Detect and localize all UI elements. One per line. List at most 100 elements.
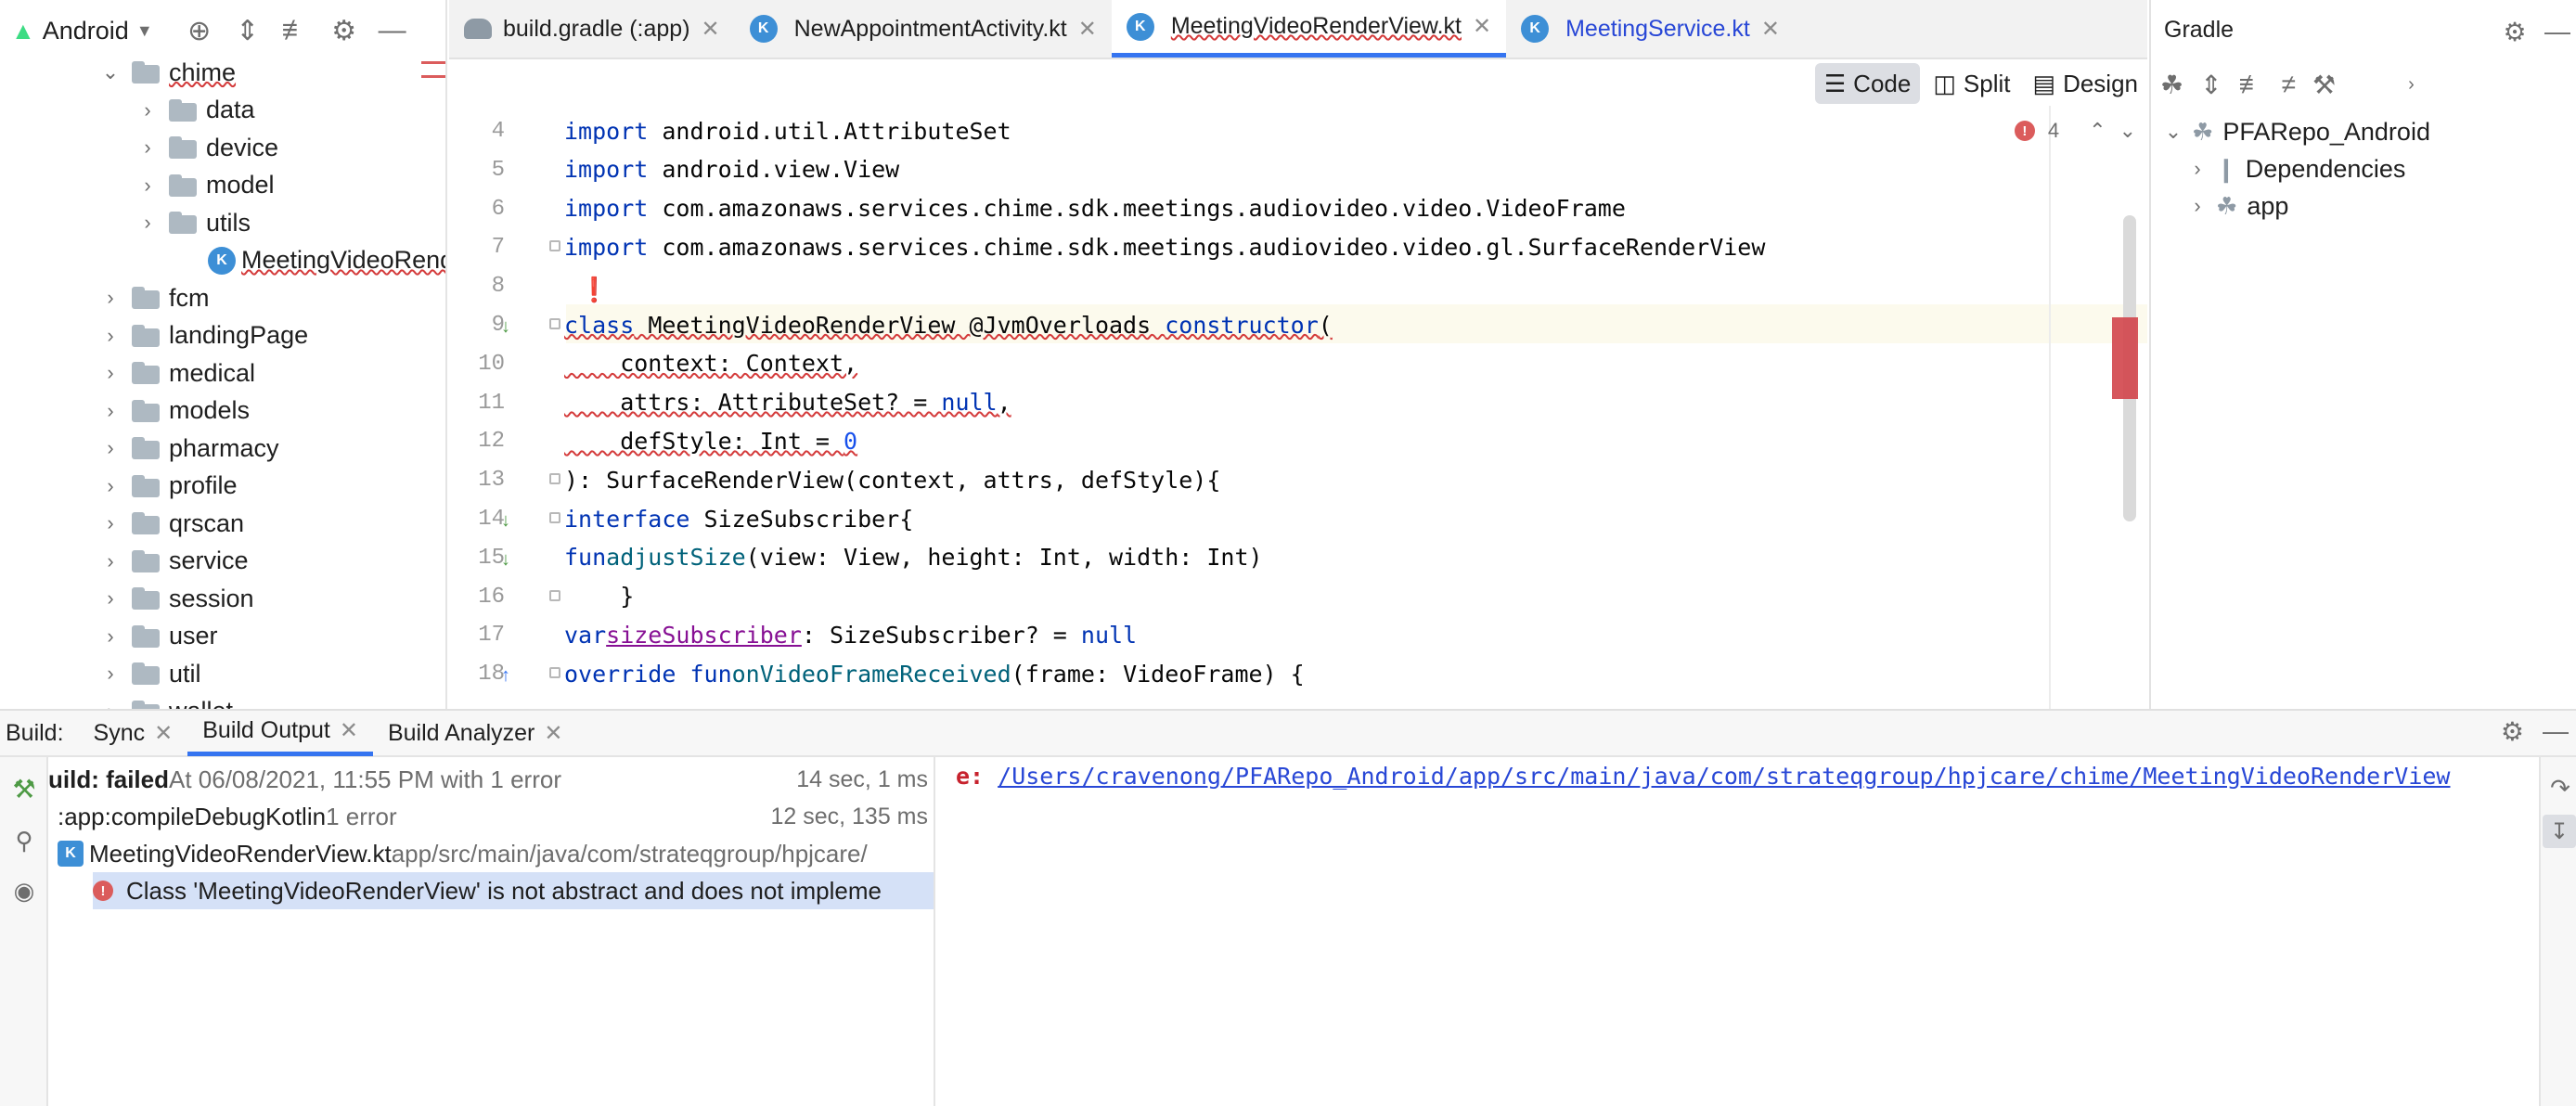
- gradle-elephant-icon[interactable]: ☘: [2160, 70, 2183, 100]
- build-tree-row[interactable]: :app:compileDebugKotlin 1 error 12 sec, 1…: [58, 798, 934, 835]
- chevron-right-icon[interactable]: ›: [98, 700, 122, 710]
- hide-icon[interactable]: —: [2539, 13, 2576, 50]
- build-tree-row[interactable]: uild: failed At 06/08/2021, 11:55 PM wit…: [48, 761, 934, 798]
- chevron-right-icon[interactable]: ›: [98, 586, 122, 611]
- close-icon[interactable]: ✕: [702, 16, 720, 43]
- fold-marker-icon[interactable]: [549, 667, 560, 679]
- chevron-right-icon[interactable]: ›: [98, 286, 122, 310]
- chevron-right-icon[interactable]: ›: [98, 436, 122, 460]
- gear-icon[interactable]: ⚙: [2501, 716, 2524, 747]
- project-tree-item[interactable]: › utils: [144, 204, 251, 241]
- chevron-down-icon[interactable]: ▼: [136, 21, 153, 41]
- build-tree-row[interactable]: ! Class 'MeetingVideoRenderView' is not a…: [93, 872, 934, 909]
- close-icon[interactable]: ✕: [1078, 16, 1097, 43]
- override-icon[interactable]: ↑: [501, 665, 510, 687]
- split-mode-button[interactable]: ◫ Split: [1924, 63, 2019, 104]
- hammer-icon[interactable]: ⚒: [6, 770, 43, 807]
- editor-tab[interactable]: K MeetingVideoRenderView.kt ✕: [1111, 0, 1507, 58]
- code-mode-button[interactable]: ☰ Code: [1814, 63, 1921, 104]
- chevron-right-icon[interactable]: ›: [98, 662, 122, 686]
- fold-marker-icon[interactable]: [549, 512, 560, 523]
- project-tree-item[interactable]: › util: [107, 655, 200, 692]
- chevron-down-icon[interactable]: ⌄: [2164, 120, 2183, 144]
- build-tab[interactable]: Sync ✕: [79, 710, 188, 756]
- fold-marker-icon[interactable]: [549, 589, 560, 601]
- build-tab[interactable]: Build Analyzer ✕: [373, 710, 578, 756]
- chevron-right-icon[interactable]: ›: [98, 549, 122, 573]
- locate-icon[interactable]: ⊕: [179, 10, 220, 51]
- project-tree-item[interactable]: › models: [107, 392, 250, 430]
- gradle-tree-item[interactable]: ⌄ ☘ PFARepo_Android: [2164, 113, 2430, 150]
- pin-icon[interactable]: ⚲: [6, 822, 43, 859]
- scroll-to-end-icon[interactable]: ↧: [2543, 815, 2576, 848]
- collapse-all-icon[interactable]: ≢: [2239, 70, 2265, 99]
- chevron-right-icon[interactable]: ›: [98, 474, 122, 498]
- fold-marker-icon[interactable]: [549, 240, 560, 252]
- editor-tab[interactable]: build.gradle (:app) ✕: [449, 0, 735, 58]
- project-tree-item[interactable]: K MeetingVideoRend: [208, 242, 445, 279]
- project-view-selector[interactable]: Android: [43, 17, 129, 45]
- project-tree-item[interactable]: › service: [107, 543, 248, 580]
- project-tree-item[interactable]: › model: [144, 167, 274, 204]
- project-tree-item[interactable]: › qrscan: [107, 505, 244, 542]
- editor-tab[interactable]: K MeetingService.kt ✕: [1506, 0, 1795, 58]
- error-bulb-icon[interactable]: ❗: [579, 276, 609, 304]
- error-stripe-marker[interactable]: [2112, 317, 2138, 399]
- project-tree-item[interactable]: › user: [107, 618, 217, 655]
- chevron-right-icon[interactable]: ›: [98, 399, 122, 423]
- project-tree-item[interactable]: › fcm: [107, 279, 209, 316]
- chevron-right-icon[interactable]: ›: [135, 135, 160, 160]
- build-tree-row[interactable]: K MeetingVideoRenderView.kt app/src/main/…: [58, 835, 934, 872]
- hide-icon[interactable]: —: [2543, 716, 2569, 746]
- project-tree-item[interactable]: › profile: [107, 468, 237, 505]
- chevron-right-icon[interactable]: ›: [135, 211, 160, 235]
- wrench-icon[interactable]: ⚒: [2312, 70, 2336, 100]
- chevron-up-icon[interactable]: ⌃: [2089, 119, 2106, 143]
- project-tree-item[interactable]: › data: [144, 92, 254, 129]
- build-tab[interactable]: Build Output ✕: [187, 710, 373, 756]
- code-editor[interactable]: 4 5 6 7 8 9 10 11 12 13 14 15 16 17 18 ↓ ↓ ↓ ↑ import andr…: [449, 106, 2147, 709]
- chevron-right-icon[interactable]: ›: [98, 511, 122, 535]
- implemented-icon[interactable]: ↓: [501, 510, 510, 532]
- toggle-offline-icon[interactable]: ≠: [2282, 70, 2296, 99]
- inspection-widget[interactable]: ! 4 ⌃ ⌄: [2014, 119, 2136, 143]
- gradle-tree-item[interactable]: › ☘ app: [2188, 187, 2288, 225]
- gear-icon[interactable]: ⚙: [324, 10, 365, 51]
- chevron-down-icon[interactable]: ⌄: [98, 60, 122, 84]
- project-tree-item[interactable]: › device: [144, 129, 278, 166]
- chevron-right-icon[interactable]: ›: [98, 361, 122, 385]
- design-mode-button[interactable]: ▤ Design: [2023, 63, 2147, 104]
- eye-icon[interactable]: ◉: [6, 872, 43, 909]
- chevron-right-icon[interactable]: ›: [135, 174, 160, 198]
- chevron-right-icon[interactable]: ›: [98, 624, 122, 649]
- chevron-down-icon[interactable]: ⌄: [2119, 119, 2136, 143]
- close-icon[interactable]: ✕: [1761, 16, 1780, 43]
- hide-icon[interactable]: —: [372, 10, 413, 51]
- chevron-right-icon[interactable]: ›: [98, 324, 122, 348]
- editor-tab[interactable]: K NewAppointmentActivity.kt ✕: [735, 0, 1112, 58]
- project-tree-item[interactable]: ⌄ chime: [102, 54, 236, 91]
- implemented-icon[interactable]: ↓: [501, 316, 510, 338]
- chevron-right-icon[interactable]: ›: [2188, 194, 2207, 218]
- close-icon[interactable]: ✕: [154, 720, 173, 747]
- project-tree-item[interactable]: › pharmacy: [107, 430, 278, 467]
- project-tree-item[interactable]: ›wallet: [107, 693, 233, 709]
- console-file-link[interactable]: /Users/cravenong/PFARepo_Android/app/src…: [998, 763, 2450, 790]
- collapse-all-icon[interactable]: ≢: [276, 10, 316, 51]
- chevron-right-icon[interactable]: ›: [135, 98, 160, 122]
- expand-all-icon[interactable]: ⇕: [2200, 70, 2222, 100]
- project-tree-item[interactable]: › landingPage: [107, 317, 308, 354]
- fold-marker-icon[interactable]: [549, 318, 560, 329]
- project-tree-item[interactable]: › medical: [107, 354, 255, 392]
- fold-marker-icon[interactable]: [549, 473, 560, 485]
- close-icon[interactable]: ✕: [1473, 13, 1491, 40]
- project-tree-item[interactable]: › session: [107, 580, 253, 617]
- chevron-right-icon[interactable]: ›: [2188, 157, 2207, 181]
- soft-wrap-icon[interactable]: ↷: [2544, 772, 2576, 804]
- implemented-icon[interactable]: ↓: [501, 549, 510, 571]
- close-icon[interactable]: ✕: [544, 720, 562, 747]
- gradle-tree-item[interactable]: › ❙ Dependencies: [2188, 150, 2405, 187]
- gear-icon[interactable]: ⚙: [2496, 13, 2533, 50]
- expand-all-icon[interactable]: ⇕: [227, 10, 268, 51]
- close-icon[interactable]: ✕: [340, 717, 358, 744]
